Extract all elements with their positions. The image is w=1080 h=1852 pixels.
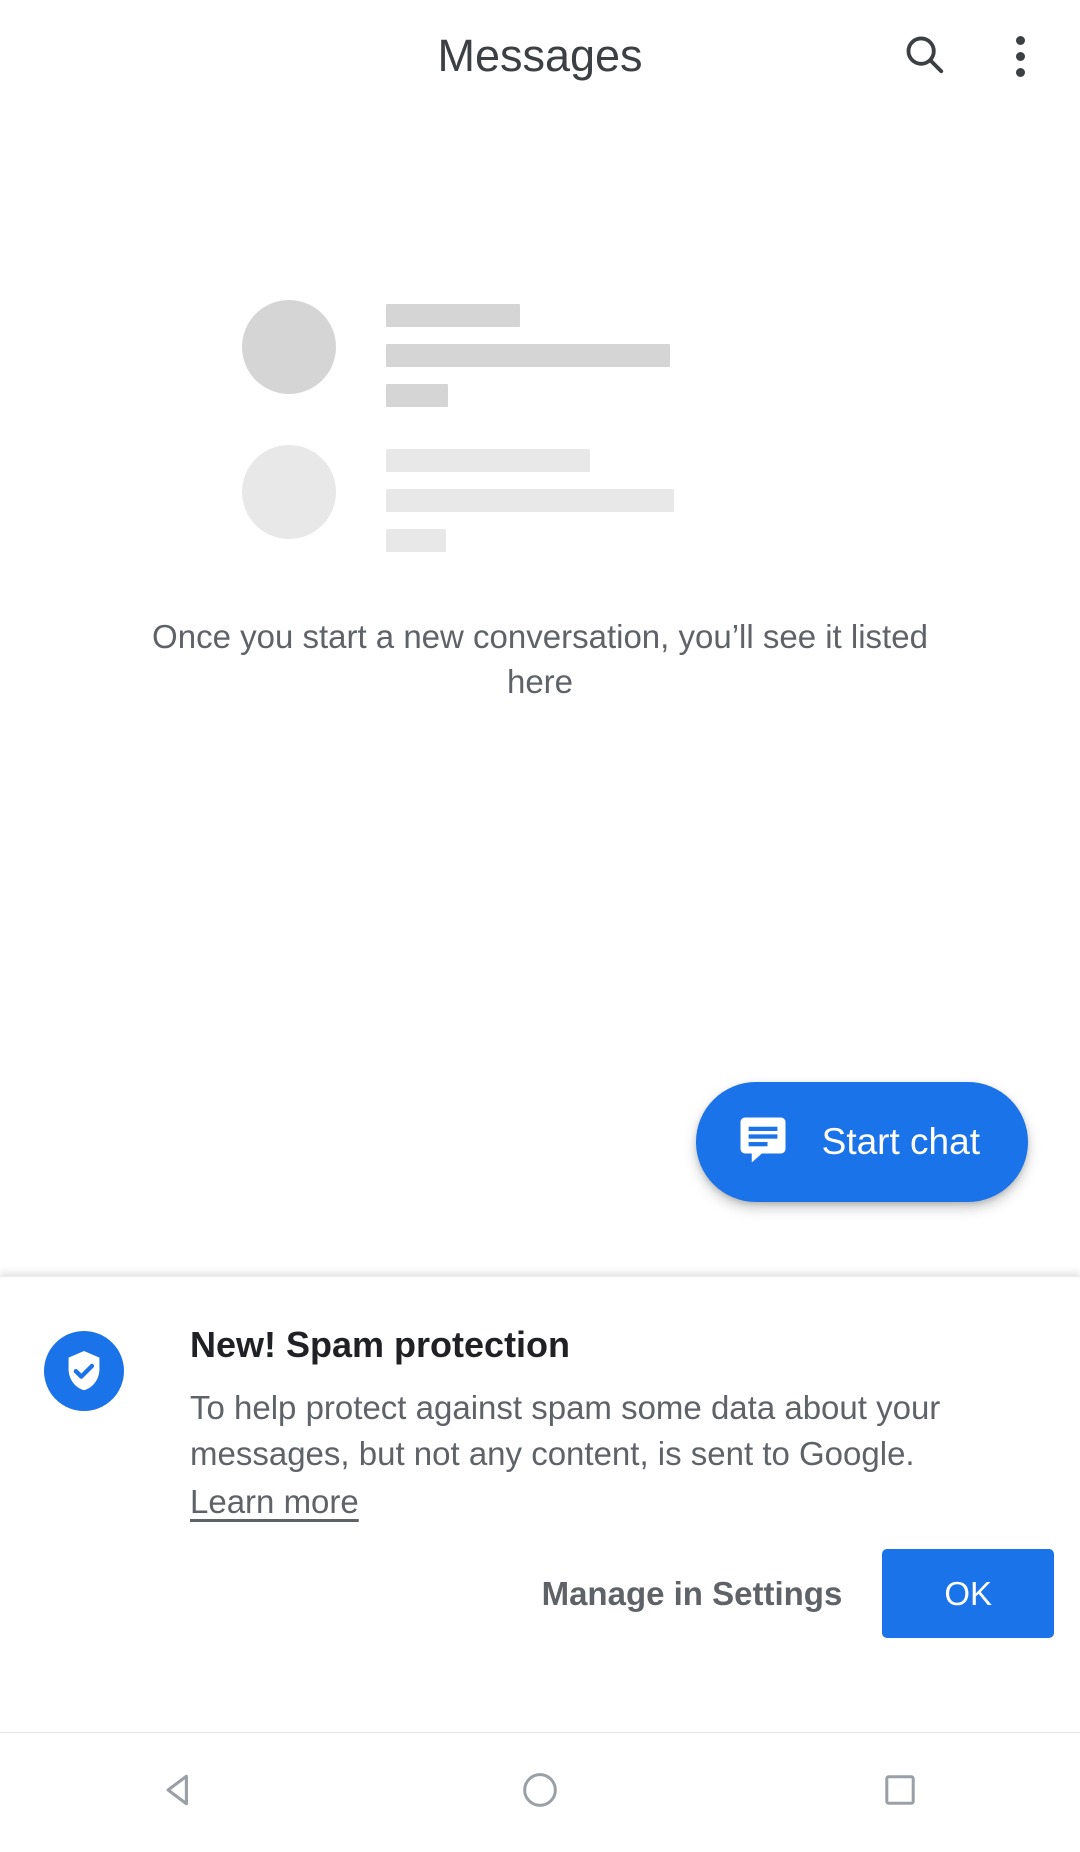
search-button[interactable]: [890, 22, 958, 90]
spam-card-header: New! Spam protection To help protect aga…: [44, 1321, 1052, 1521]
skeleton-avatar: [242, 445, 336, 539]
skeleton-bar: [386, 489, 674, 512]
spam-card-body: To help protect against spam some data a…: [190, 1389, 941, 1472]
empty-state: Once you start a new conversation, you’l…: [0, 300, 1080, 704]
spam-card-actions: Manage in Settings OK: [536, 1549, 1054, 1638]
conversation-skeleton: [0, 300, 1080, 552]
app-screen: Messages Once you start a new conversati…: [0, 0, 1080, 1852]
home-circle-icon: [520, 1770, 560, 1815]
skeleton-bar: [386, 384, 448, 407]
back-triangle-icon: [158, 1768, 202, 1817]
spam-card-texts: New! Spam protection To help protect aga…: [190, 1321, 1052, 1521]
empty-state-message: Once you start a new conversation, you’l…: [152, 618, 928, 700]
skeleton-lines: [386, 445, 674, 552]
start-chat-fab[interactable]: Start chat: [695, 1082, 1028, 1202]
skeleton-row: [0, 300, 1080, 407]
skeleton-avatar: [242, 300, 336, 394]
shield-check-icon: [44, 1331, 124, 1411]
start-chat-label: Start chat: [821, 1121, 980, 1162]
nav-home-button[interactable]: [450, 1733, 630, 1852]
learn-more-link[interactable]: Learn more: [190, 1483, 359, 1521]
skeleton-bar: [386, 529, 446, 552]
app-bar-actions: [890, 0, 1054, 112]
nav-back-button[interactable]: [90, 1733, 270, 1852]
spam-card-inner: New! Spam protection To help protect aga…: [0, 1277, 1080, 1638]
skeleton-bar: [386, 449, 590, 472]
recents-square-icon: [882, 1772, 918, 1813]
more-vert-icon: [1015, 35, 1025, 77]
app-bar: Messages: [0, 0, 1080, 112]
skeleton-bar: [386, 344, 670, 367]
ok-button[interactable]: OK: [882, 1549, 1054, 1638]
chat-bubble-icon: [736, 1113, 790, 1172]
skeleton-row: [0, 445, 1080, 552]
manage-in-settings-button[interactable]: Manage in Settings: [536, 1553, 849, 1635]
skeleton-bar: [386, 304, 520, 327]
skeleton-lines: [386, 300, 670, 407]
android-nav-bar: [0, 1732, 1080, 1852]
nav-recents-button[interactable]: [810, 1733, 990, 1852]
search-icon: [901, 31, 947, 82]
overflow-menu-button[interactable]: [986, 22, 1054, 90]
spam-card-title: New! Spam protection: [190, 1324, 571, 1365]
